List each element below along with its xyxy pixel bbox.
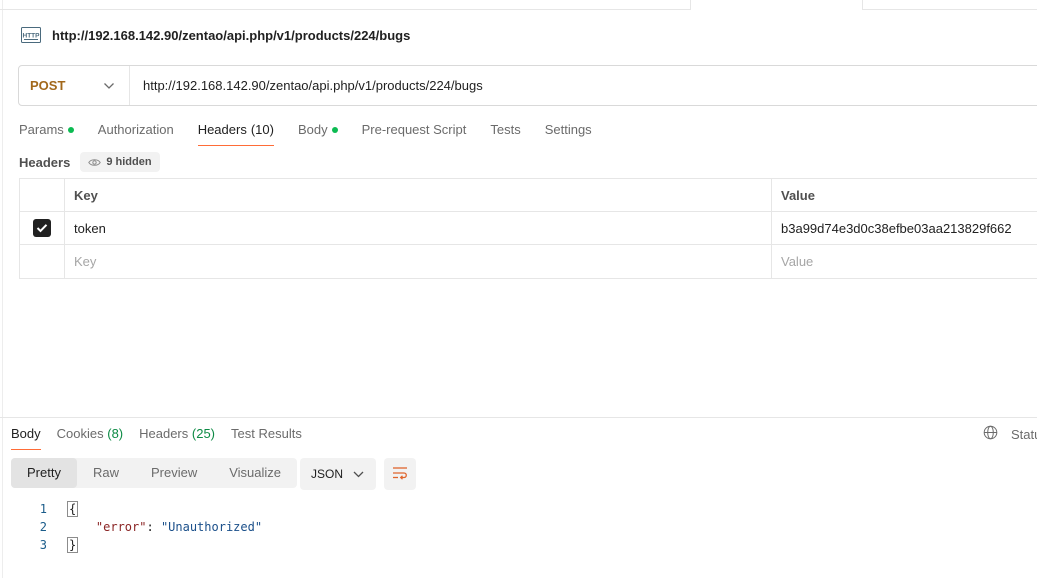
header-value-cell[interactable]: b3a99d74e3d0c38efbe03aa213829f662	[772, 212, 1037, 244]
code-line: 3 }	[0, 536, 1037, 554]
open-brace: {	[67, 501, 79, 517]
code-text: }	[67, 537, 79, 553]
status-dot	[67, 127, 74, 133]
view-mode-toggle: Pretty Raw Preview Visualize	[11, 458, 298, 488]
table-header-row: Key Value	[20, 179, 1037, 212]
column-header-key: Key	[65, 179, 772, 211]
table-row-new: Key Value	[20, 245, 1037, 278]
close-brace: }	[67, 537, 79, 553]
tab-params[interactable]: Params	[19, 118, 74, 146]
format-select[interactable]: JSON	[300, 458, 376, 490]
chevron-down-icon	[353, 467, 364, 481]
tab-headers-label: Headers	[197, 122, 247, 137]
column-header-value: Value	[781, 187, 815, 203]
json-colon: :	[146, 520, 161, 534]
tab-cookies-label: Cookies	[56, 426, 104, 441]
line-number: 1	[39, 502, 47, 516]
tab-settings-label: Settings	[544, 122, 592, 137]
tab-segment-active[interactable]	[691, 0, 862, 10]
tab-pre-request-script[interactable]: Pre-request Script	[362, 118, 467, 146]
status-area: Statu	[983, 425, 1037, 443]
code-text: "error": "Unauthorized"	[67, 520, 262, 534]
tab-body[interactable]: Body	[298, 118, 338, 146]
checkbox-checked-icon[interactable]	[33, 219, 51, 237]
tab-authorization-label: Authorization	[97, 122, 174, 137]
code-line: 1 {	[0, 500, 1037, 518]
pane-divider[interactable]	[0, 417, 1037, 418]
status-label: Statu	[1011, 426, 1037, 442]
code-line: 2 "error": "Unauthorized"	[0, 518, 1037, 536]
tab-response-headers[interactable]: Headers (25)	[139, 422, 215, 450]
url-input[interactable]: http://192.168.142.90/zentao/api.php/v1/…	[130, 78, 483, 93]
tab-segment[interactable]	[862, 0, 1037, 10]
code-text: {	[67, 501, 79, 517]
method-select[interactable]: POST	[19, 66, 130, 105]
line-number: 3	[39, 538, 47, 552]
table-row: token b3a99d74e3d0c38efbe03aa213829f662	[20, 212, 1037, 245]
view-raw-button[interactable]: Raw	[77, 458, 135, 488]
tab-segment[interactable]	[0, 0, 691, 10]
tab-pre-request-script-label: Pre-request Script	[361, 122, 467, 137]
status-dot	[331, 127, 338, 133]
tab-response-headers-count: (25)	[191, 426, 216, 441]
eye-icon	[88, 158, 102, 167]
tab-authorization[interactable]: Authorization	[98, 118, 174, 146]
new-key-input[interactable]: Key	[65, 245, 772, 278]
request-tabs: Params Authorization Headers (10) Body P…	[19, 118, 616, 146]
tab-test-results-label: Test Results	[231, 426, 302, 441]
new-value-input[interactable]: Value	[772, 245, 1037, 278]
svg-text:HTTP: HTTP	[23, 33, 41, 40]
table-check-cell	[20, 212, 65, 244]
wrap-lines-icon	[392, 466, 408, 483]
wrap-lines-button[interactable]	[384, 458, 416, 490]
tab-cookies-count: (8)	[107, 426, 124, 441]
tab-tests[interactable]: Tests	[490, 118, 520, 146]
http-icon: HTTP	[19, 23, 43, 47]
hidden-headers-label: 9 hidden	[106, 156, 152, 168]
request-title-text[interactable]: http://192.168.142.90/zentao/api.php/v1/…	[52, 28, 410, 43]
url-bar: POST http://192.168.142.90/zentao/api.ph…	[18, 65, 1037, 106]
tab-test-results[interactable]: Test Results	[231, 422, 302, 450]
hidden-headers-toggle[interactable]: 9 hidden	[80, 152, 160, 172]
json-key: "error"	[95, 520, 147, 534]
tab-response-body-label: Body	[11, 426, 41, 441]
format-label: JSON	[311, 467, 344, 481]
tab-cookies[interactable]: Cookies (8)	[57, 422, 123, 450]
json-value: "Unauthorized"	[160, 520, 263, 534]
tab-response-headers-label: Headers	[139, 426, 189, 441]
tab-tests-label: Tests	[490, 122, 521, 137]
response-tabs: Body Cookies (8) Headers (25) Test Resul…	[11, 422, 318, 450]
tab-settings[interactable]: Settings	[545, 118, 592, 146]
table-check-cell	[20, 179, 65, 211]
view-pretty-button[interactable]: Pretty	[11, 458, 77, 488]
tab-headers[interactable]: Headers (10)	[197, 118, 275, 146]
tab-params-label: Params	[19, 122, 64, 137]
headers-table: Key Value token b3a99d74e3d0c38efbe03aa2…	[19, 178, 1037, 279]
tab-headers-count: (10)	[250, 122, 274, 137]
tab-body-label: Body	[297, 122, 328, 137]
headers-section-header: Headers 9 hidden	[19, 152, 160, 172]
request-title: HTTP http://192.168.142.90/zentao/api.ph…	[19, 23, 410, 47]
line-number: 2	[39, 520, 47, 534]
view-preview-button[interactable]: Preview	[135, 458, 213, 488]
response-body-code[interactable]: 1 { 2 "error": "Unauthorized" 3 }	[0, 500, 1037, 554]
left-edge-border	[2, 0, 3, 578]
headers-section-label: Headers	[19, 154, 71, 170]
globe-icon[interactable]	[983, 425, 998, 443]
chevron-down-icon	[103, 78, 115, 93]
tab-response-body[interactable]: Body	[11, 422, 41, 450]
header-key-cell[interactable]: token	[65, 212, 772, 244]
view-visualize-button[interactable]: Visualize	[213, 458, 297, 488]
top-tab-strip	[0, 0, 1037, 10]
table-check-cell	[20, 245, 65, 278]
method-label: POST	[30, 78, 66, 93]
